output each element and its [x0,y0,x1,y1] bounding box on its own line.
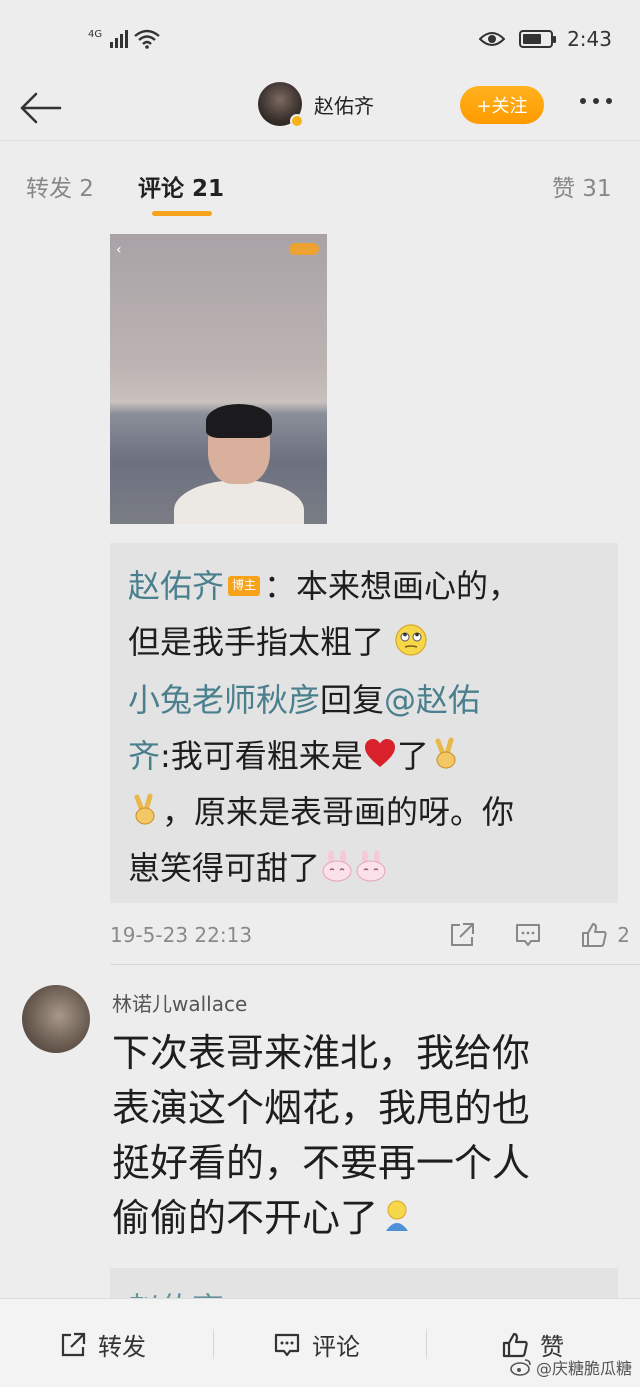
repost-button[interactable]: 转发 [58,1327,146,1362]
commenter-avatar[interactable] [22,985,90,1053]
comment-meta-row: 19-5-23 22:13 2 [110,913,630,957]
author-badge: 博主 [228,576,261,596]
profile-link[interactable]: 赵佑齐 [258,82,374,128]
follow-button[interactable]: +关注 [460,86,544,124]
photo-person-hair [206,404,272,438]
thread-line: 小兔老师秋彦回复@赵佑 [128,671,480,729]
signal-group: 4G [88,29,160,49]
reply-text: :我可看粗来是 [160,737,363,775]
status-right: 2:43 [479,27,612,51]
reply-label: 回复 [320,681,385,719]
comment-divider [110,964,640,965]
reply-thread[interactable]: 赵佑齐 博主 ：本来想画心的， 但是我手指太粗了 小兔老师秋彦回复@赵佑 齐:我可看… [110,543,618,903]
thumbs-up-icon[interactable] [579,920,609,950]
eye-roll-emoji-icon [395,624,427,656]
separator [213,1329,214,1359]
chevron-left-icon: ‹ [116,242,122,258]
comment-label: 评论 [312,1333,360,1361]
separator [426,1329,427,1359]
tab-bar: 转发 2 评论 21 赞 31 [0,140,640,220]
mention-link[interactable]: @赵佑 [384,681,480,719]
share-icon[interactable] [447,920,477,950]
comment-line: 表演这个烟花，我甩的也 [112,1086,531,1130]
signal-icon [110,30,129,48]
network-type: 4G [88,29,103,40]
comment-button[interactable]: 评论 [272,1327,360,1362]
thread-line: 齐:我可看粗来是 了 [128,727,463,785]
comment-line: 下次表哥来淮北，我给你 [112,1031,531,1075]
dot-icon [606,98,612,104]
reply-text: ，原来是表哥画的呀。你 [162,793,515,831]
comment-timestamp: 19-5-23 22:13 [110,923,253,947]
reply-icon[interactable] [513,920,543,950]
repost-label: 转发 [98,1333,146,1361]
comment-line-last: 偷偷的不开心了 [112,1191,612,1246]
back-button[interactable] [16,84,64,132]
eye-icon [479,32,506,46]
status-bar: 4G 2:43 [0,0,640,78]
photo-person-body [174,480,304,524]
more-button[interactable] [580,98,612,104]
weibo-logo-icon [510,1359,531,1376]
wifi-icon [134,29,160,49]
person-emoji-icon [386,1200,409,1231]
top-bar: 赵佑齐 +关注 [0,78,640,140]
comment-line: 挺好看的，不要再一个人 [112,1141,531,1185]
dot-icon [593,98,599,104]
tab-likes[interactable]: 赞 31 [552,169,612,203]
bunny-emoji-icon [322,850,352,882]
victory-hand-emoji-icon [435,737,456,769]
author-name: 赵佑齐 [314,93,374,118]
thread-line: 崽笑得可甜了 [128,839,388,897]
reply-author-link[interactable]: 赵佑齐 [128,567,224,605]
like-count: 2 [617,923,630,947]
avatar [258,82,304,128]
comment-body: 下次表哥来淮北，我给你 表演这个烟花，我甩的也 挺好看的，不要再一个人 偷偷的不… [112,1026,612,1246]
comment-line-text: 偷偷的不开心了 [112,1196,379,1240]
watermark-text: @庆糖脆瓜糖 [535,1359,632,1378]
tab-repost[interactable]: 转发 2 [26,169,94,203]
bunny-emoji-icon [356,850,386,882]
reply-text: 崽笑得可甜了 [128,849,321,887]
bottom-action-bar: 转发 评论 赞 @庆糖脆瓜糖 [0,1298,640,1387]
dot-icon [580,98,586,104]
arrow-left-icon [20,92,62,124]
comment-image[interactable]: ‹ [110,234,327,524]
active-tab-indicator [152,211,212,216]
clock: 2:43 [567,27,612,51]
tab-comments[interactable]: 评论 21 [138,169,224,203]
image-tag [289,243,319,255]
heart-emoji-icon [364,739,395,767]
comment-icon [274,1333,300,1356]
reply-text: 但是我手指太粗了 [128,623,385,661]
thread-line: 赵佑齐 博主 ：本来想画心的， [128,557,520,615]
commenter-name[interactable]: 林诺儿wallace [112,988,247,1017]
mention-link[interactable]: 齐 [128,737,160,775]
battery-icon [519,30,557,48]
verified-icon [290,114,304,128]
thread-line: 但是我手指太粗了 [128,613,428,671]
reply-text: ：本来想画心的， [264,567,521,605]
victory-hand-emoji-icon [134,793,155,825]
reply-text: 了 [396,737,429,775]
repost-icon [61,1332,86,1356]
watermark: @庆糖脆瓜糖 [510,1355,632,1379]
reply-author-link[interactable]: 小兔老师秋彦 [128,681,320,719]
thread-line: ，原来是表哥画的呀。你 [128,783,514,841]
